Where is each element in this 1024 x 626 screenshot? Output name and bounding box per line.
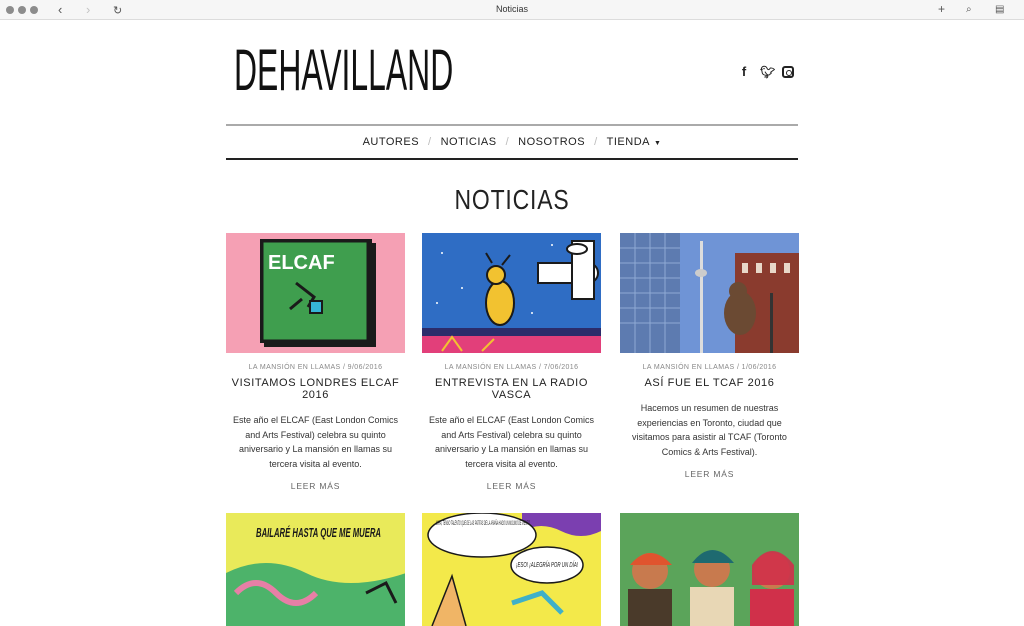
read-more-link[interactable]: LEER MÁS: [620, 469, 799, 479]
site-logo[interactable]: DEHAVILLAND: [234, 40, 453, 102]
main-menu: AUTORES / NOTICIAS / NOSOTROS / TIENDA ▼: [226, 126, 798, 158]
facebook-icon[interactable]: f: [738, 65, 750, 79]
menu-separator: /: [428, 136, 432, 148]
menu-item-nosotros[interactable]: NOSOTROS: [518, 136, 585, 148]
bailare-illustration: BAILARÉ HASTA QUE ME MUERA: [226, 513, 405, 626]
menu-item-tienda-label: TIENDA: [606, 136, 650, 148]
radio-illustration: [422, 233, 601, 353]
browser-toolbar: ‹ › ↻ Noticias + ⌕ ▤: [0, 0, 1024, 20]
post-excerpt: Este año el ELCAF (East London Comics an…: [428, 415, 595, 469]
post-image[interactable]: [422, 233, 601, 353]
post-image[interactable]: BAILARÉ HASTA QUE ME MUERA: [226, 513, 405, 626]
post-card: LA MANSIÓN EN LLAMAS / 7/06/2016 ENTREVI…: [422, 233, 601, 491]
menu-separator: /: [505, 136, 510, 148]
sidebar-icon[interactable]: ▤: [995, 4, 1004, 15]
search-icon[interactable]: ⌕: [966, 4, 972, 15]
instagram-icon[interactable]: [782, 66, 794, 78]
post-card: ELCAF LA MANSIÓN EN LLAMAS / 9/06/2016 V…: [226, 233, 405, 491]
menu-item-noticias[interactable]: NOTICIAS: [441, 136, 497, 148]
read-more-link[interactable]: LEER MÁS: [422, 481, 601, 491]
menu-item-tienda[interactable]: TIENDA ▼: [607, 136, 662, 148]
read-more-link[interactable]: LEER MÁS: [226, 481, 405, 491]
post-meta: LA MANSIÓN EN LLAMAS / 1/06/2016: [642, 364, 777, 371]
caret-down-icon: ▼: [653, 140, 662, 147]
page-title: NOTICIAS: [454, 184, 570, 215]
post-title[interactable]: ENTREVISTA EN LA RADIO VASCA: [422, 377, 601, 401]
post-title[interactable]: ASÍ FUE EL TCAF 2016: [620, 377, 799, 389]
toronto-photo: [620, 233, 799, 353]
comic-caption: BAILARÉ HASTA QUE ME MUERA: [256, 525, 381, 540]
post-card: LA MANSIÓN EN LLAMAS / 1/06/2016 ASÍ FUE…: [620, 233, 799, 479]
speech-bubble-text: MIRA, TENGO TALENTO QUE DE LAS PATITAS D…: [436, 520, 530, 527]
menu-item-autores[interactable]: AUTORES: [363, 136, 419, 148]
post-image[interactable]: [620, 513, 799, 626]
post-image[interactable]: ELCAF: [226, 233, 405, 353]
elcaf-text: ELCAF: [268, 252, 335, 274]
window-title: Noticias: [495, 4, 528, 14]
post-excerpt: Hacemos un resumen de nuestras experienc…: [632, 403, 787, 457]
post-excerpt: Este año el ELCAF (East London Comics an…: [232, 415, 399, 469]
twitter-icon[interactable]: 🐦︎: [760, 65, 775, 79]
post-image[interactable]: MIRA, TENGO TALENTO QUE DE LAS PATITAS D…: [422, 513, 601, 626]
elcaf-book-illustration: ELCAF: [260, 239, 376, 347]
post-image[interactable]: [620, 233, 799, 353]
nav-bottom-rule: [226, 158, 798, 160]
comic-strip-illustration: MIRA, TENGO TALENTO QUE DE LAS PATITAS D…: [422, 513, 601, 626]
post-meta: LA MANSIÓN EN LLAMAS / 9/06/2016: [248, 364, 383, 371]
social-links: f 🐦︎: [738, 65, 794, 79]
characters-illustration: [620, 513, 799, 626]
menu-separator: /: [594, 136, 598, 148]
post-title[interactable]: VISITAMOS LONDRES ELCAF 2016: [226, 377, 405, 401]
new-tab-icon[interactable]: +: [938, 2, 945, 16]
post-meta: LA MANSIÓN EN LLAMAS / 7/06/2016: [444, 364, 579, 371]
speech-bubble-text: ¡ESO! ¡ALEGRÍA POR UN DÍA!: [516, 560, 578, 569]
